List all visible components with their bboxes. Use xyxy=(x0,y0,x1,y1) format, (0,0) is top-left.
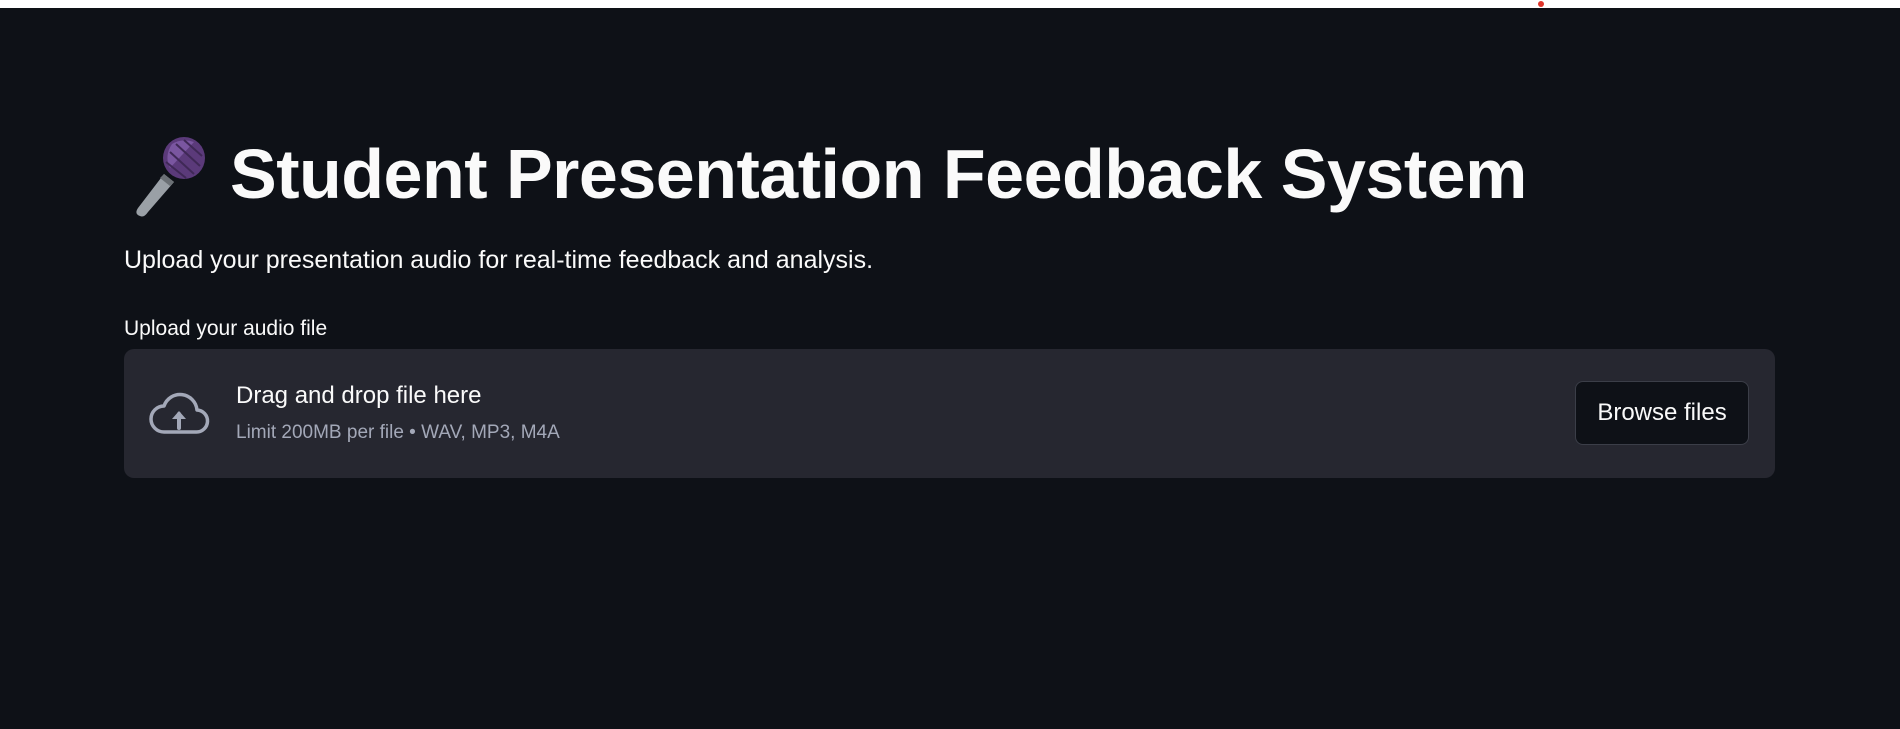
file-dropzone[interactable]: Drag and drop file here Limit 200MB per … xyxy=(124,349,1775,478)
status-dot xyxy=(1538,1,1544,7)
title-row: Student Presentation Feedback System xyxy=(124,124,1527,224)
dropzone-title: Drag and drop file here xyxy=(236,382,482,409)
dropzone-limit: Limit 200MB per file • WAV, MP3, M4A xyxy=(236,422,560,443)
top-strip xyxy=(0,0,1900,8)
dropzone-text: Drag and drop file here Limit 200MB per … xyxy=(236,382,560,444)
page-subtitle: Upload your presentation audio for real-… xyxy=(124,246,874,274)
page-title: Student Presentation Feedback System xyxy=(230,135,1527,213)
browse-files-button[interactable]: Browse files xyxy=(1575,381,1749,445)
upload-label: Upload your audio file xyxy=(124,317,328,340)
microphone-icon xyxy=(136,137,205,217)
cloud-upload-icon xyxy=(149,392,210,434)
